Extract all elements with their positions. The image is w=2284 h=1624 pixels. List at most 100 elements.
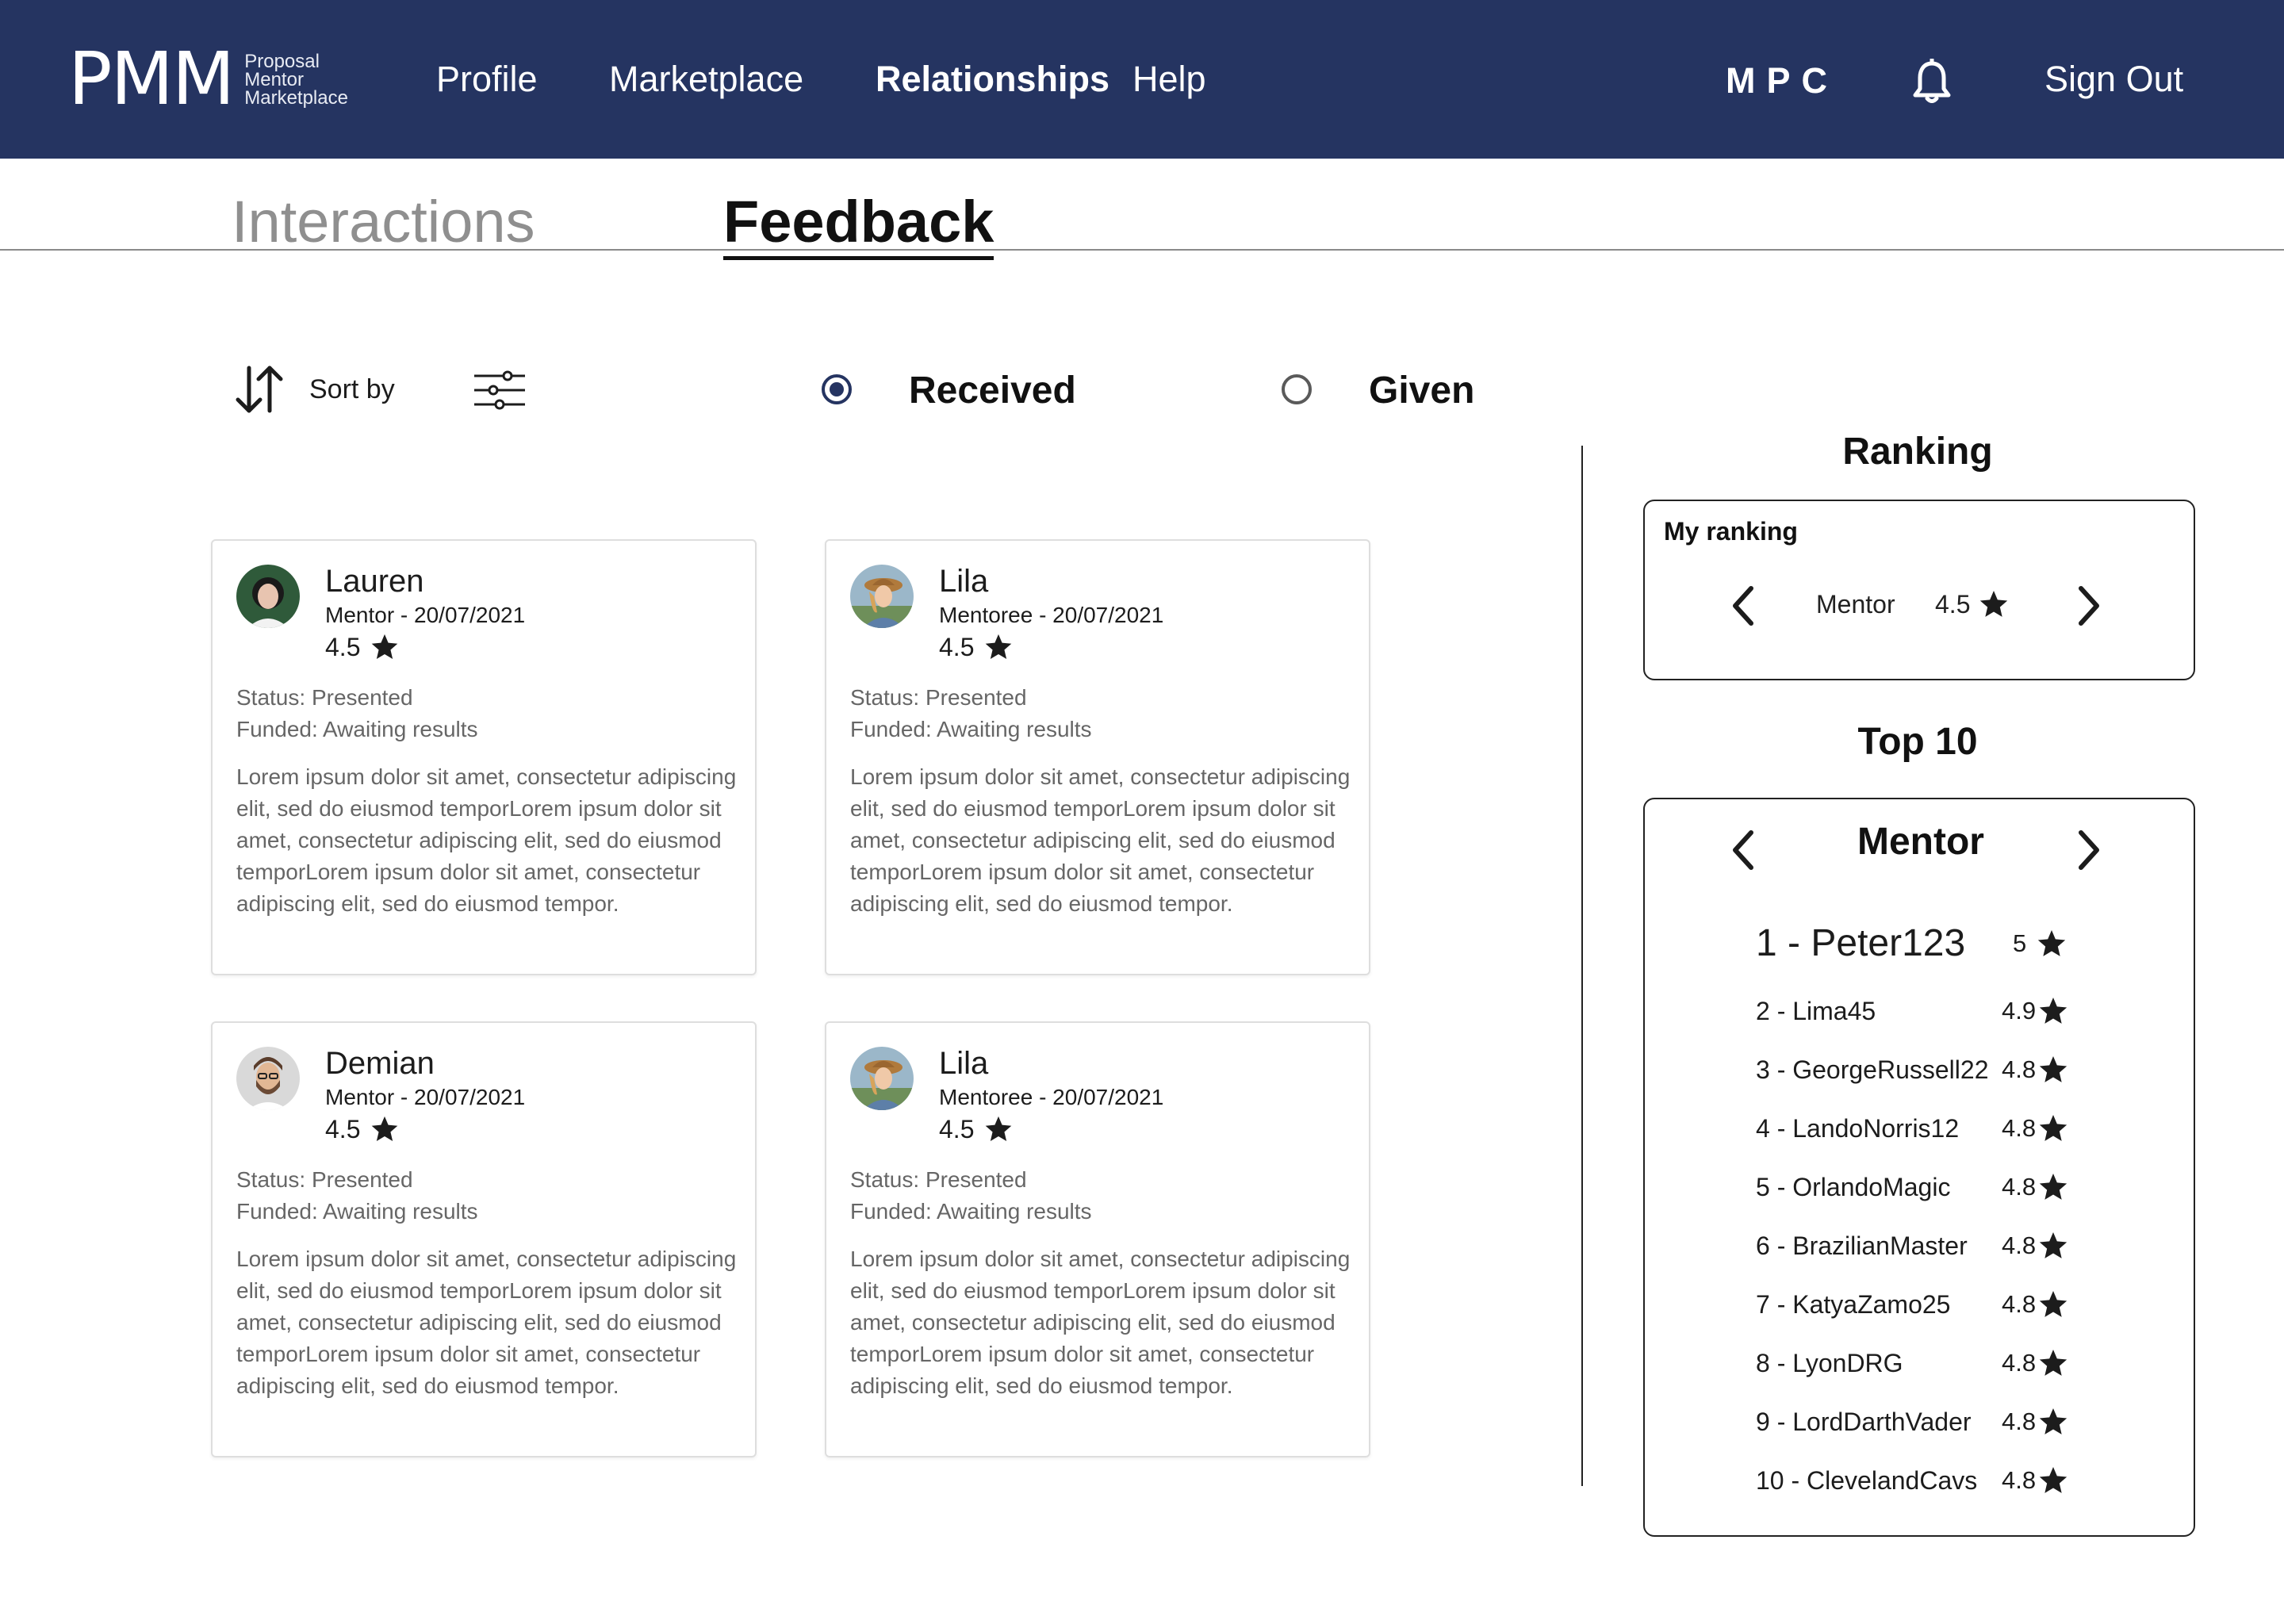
card-name: Demian	[325, 1046, 435, 1081]
card-role-date: Mentoree - 20/07/2021	[939, 603, 1164, 627]
avatar	[850, 565, 914, 628]
feedback-card[interactable]: Lila Mentoree - 20/07/2021 4.5 Status: P…	[825, 1021, 1370, 1457]
chevron-right-icon[interactable]	[2073, 828, 2105, 872]
card-status: Status: Presented	[850, 1167, 1027, 1192]
tab-interactions[interactable]: Interactions	[232, 187, 535, 257]
nav-relationships[interactable]: Relationships	[876, 57, 1109, 102]
star-icon	[2039, 1115, 2067, 1141]
top10-category: Mentor	[1857, 821, 1984, 863]
my-ranking-box: My ranking Mentor 4.5	[1643, 500, 2195, 680]
star-icon	[2039, 1174, 2067, 1200]
my-ranking-role: Mentor	[1816, 590, 1895, 619]
card-status: Status: Presented	[236, 685, 413, 710]
logo-line: Proposal	[244, 50, 320, 72]
ranking-name: 4 - LandoNorris12	[1756, 1114, 1960, 1143]
ranking-entry: 1 - Peter123 5	[1756, 922, 2113, 964]
avatar	[236, 565, 300, 628]
avatar	[236, 1047, 300, 1110]
ranking-title: Ranking	[1842, 431, 1993, 473]
star-icon	[986, 1116, 1012, 1142]
card-name: Lauren	[325, 564, 424, 599]
card-rating: 4.5	[325, 1113, 400, 1145]
star-icon	[986, 634, 1012, 660]
card-description: Lorem ipsum dolor sit amet, consectetur …	[850, 764, 1351, 916]
card-role-date: Mentor - 20/07/2021	[325, 603, 526, 627]
ranking-score: 4.8	[2002, 1462, 2069, 1499]
top10-title: Top 10	[1857, 721, 1978, 763]
rating-value: 4.5	[939, 1115, 975, 1143]
ranking-score: 4.8	[2002, 1404, 2069, 1440]
sliders-icon[interactable]	[473, 370, 527, 411]
rating-value: 4.9	[2002, 997, 2037, 1025]
received-radio[interactable]	[822, 374, 852, 404]
star-icon	[1980, 591, 2008, 617]
ranking-score: 4.9	[2002, 993, 2069, 1029]
ranking-name: 5 - OrlandoMagic	[1756, 1173, 1951, 1201]
ranking-score: 4.8	[2002, 1286, 2069, 1323]
tab-feedback[interactable]: Feedback	[723, 187, 994, 260]
ranking-entry: 8 - LyonDRG 4.8	[1756, 1345, 2113, 1381]
star-icon	[2039, 1350, 2067, 1376]
ranking-name: 3 - GeorgeRussell22	[1756, 1055, 1989, 1084]
rating-value: 4.8	[2002, 1055, 2037, 1083]
tabs-divider	[0, 249, 2284, 251]
card-role-date: Mentoree - 20/07/2021	[939, 1085, 1164, 1109]
rating-value: 4.8	[2002, 1290, 2037, 1318]
ranking-score: 4.8	[2002, 1051, 2069, 1088]
nav-profile[interactable]: Profile	[436, 57, 538, 102]
card-rating: 4.5	[939, 631, 1014, 663]
sort-arrows-icon[interactable]	[232, 362, 287, 417]
given-radio[interactable]	[1282, 374, 1312, 404]
star-icon	[372, 634, 398, 660]
rating-value: 4.8	[2002, 1173, 2037, 1201]
star-icon	[2039, 1408, 2067, 1434]
nav-help[interactable]: Help	[1132, 57, 1206, 102]
feedback-card[interactable]: Lauren Mentor - 20/07/2021 4.5 Status: P…	[211, 539, 757, 975]
rating-value: 4.8	[2002, 1231, 2037, 1259]
logo-line: Marketplace	[244, 86, 348, 109]
logo-subtitle: Proposal Mentor Marketplace	[244, 52, 348, 107]
sort-by-label[interactable]: Sort by	[309, 373, 395, 406]
card-description: Lorem ipsum dolor sit amet, consectetur …	[236, 1247, 737, 1398]
feedback-card[interactable]: Lila Mentoree - 20/07/2021 4.5 Status: P…	[825, 539, 1370, 975]
rating-value: 4.8	[2002, 1466, 2037, 1494]
logo-line: Mentor	[244, 68, 304, 90]
ranking-entry: 2 - Lima45 4.9	[1756, 993, 2113, 1029]
card-status: Status: Presented	[850, 685, 1027, 710]
rating-value: 5	[2013, 929, 2027, 957]
sign-out-link[interactable]: Sign Out	[2044, 57, 2183, 102]
avatar	[850, 1047, 914, 1110]
user-initials[interactable]: MPC	[1726, 59, 1838, 103]
ranking-score: 4.8	[2002, 1169, 2069, 1205]
ranking-entry: 6 - BrazilianMaster 4.8	[1756, 1228, 2113, 1264]
star-icon	[372, 1116, 398, 1142]
bell-icon[interactable]	[1911, 59, 1953, 105]
card-rating: 4.5	[939, 1113, 1014, 1145]
ranking-name: 8 - LyonDRG	[1756, 1349, 1903, 1377]
my-ranking-label: My ranking	[1664, 517, 1798, 546]
logo-mark: PMM	[68, 36, 235, 121]
card-rating: 4.5	[325, 631, 400, 663]
card-name: Lila	[939, 564, 989, 599]
ranking-entry: 7 - KatyaZamo25 4.8	[1756, 1286, 2113, 1323]
received-label[interactable]: Received	[909, 368, 1076, 414]
card-funded: Funded: Awaiting results	[850, 717, 1092, 741]
rating-value: 4.8	[2002, 1408, 2037, 1435]
ranking-entry: 9 - LordDarthVader 4.8	[1756, 1404, 2113, 1440]
pmm-logo[interactable]: PMM Proposal Mentor Marketplace	[68, 43, 348, 116]
star-icon	[2038, 930, 2066, 956]
given-label[interactable]: Given	[1369, 368, 1474, 414]
star-icon	[2039, 1291, 2067, 1317]
chevron-left-icon[interactable]	[1727, 584, 1759, 628]
card-name: Lila	[939, 1046, 989, 1081]
star-icon	[2039, 1232, 2067, 1258]
ranking-name: 2 - Lima45	[1756, 997, 1876, 1025]
nav-marketplace[interactable]: Marketplace	[609, 57, 803, 102]
ranking-name: 7 - KatyaZamo25	[1756, 1290, 1951, 1319]
ranking-score: 4.8	[2002, 1345, 2069, 1381]
rating-value: 4.5	[1935, 590, 1971, 619]
card-funded: Funded: Awaiting results	[850, 1199, 1092, 1224]
ranking-name: 10 - ClevelandCavs	[1756, 1466, 1978, 1495]
chevron-right-icon[interactable]	[2073, 584, 2105, 628]
feedback-card[interactable]: Demian Mentor - 20/07/2021 4.5 Status: P…	[211, 1021, 757, 1457]
